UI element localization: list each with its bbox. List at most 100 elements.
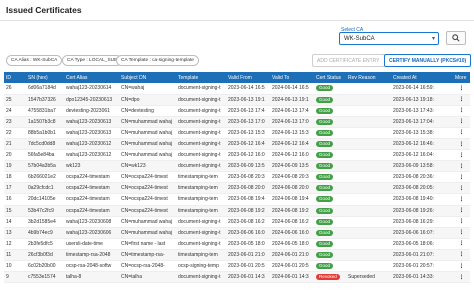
more-vert-icon[interactable]: ⋮ [453,116,470,128]
table-row[interactable]: 24 4755831ba7 devtesting-2023061 CN=devtest… [4,105,470,117]
table-cell: 19 [4,160,26,173]
table-cell: 2024-06-13 19:1 [270,94,314,106]
more-vert-icon[interactable]: ⋮ [453,271,470,284]
table-row[interactable]: 13 4b9b74ec9 wahaj123-20230606 CN=muhammad … [4,227,470,239]
more-vert-icon[interactable]: ⋮ [453,227,470,239]
table-row[interactable]: 25 1547b37326 dpo12345-20230613 CN=dpo docum… [4,94,470,106]
column-header[interactable]: Cert Status [314,72,346,83]
search-button[interactable] [446,31,466,45]
column-header[interactable]: ID [4,72,26,83]
status-badge: Good [316,251,334,258]
status-badge: Good [316,141,334,148]
table-cell [346,249,391,262]
status-badge: Good [316,96,334,103]
table-cell: CN=ocsp-rsa-2048- [119,260,176,273]
table-cell: wahaj123-20230613 [64,116,119,128]
table-cell: 2024-06-05 18:0 [270,238,314,250]
more-vert-icon[interactable]: ⋮ [453,216,470,228]
more-vert-icon[interactable]: ⋮ [453,238,470,250]
table-row[interactable]: 15 53b47c2fc9 ocspa224-timestam CN=ocspa224… [4,205,470,217]
table-cell: 2023-06-09 13:58: [391,160,453,173]
table-row[interactable]: 23 1a1507b3c8 wahaj123-20230613 CN=muhammad… [4,116,470,128]
table-cell: wahaj123-20230613 [64,127,119,139]
more-vert-icon[interactable]: ⋮ [453,138,470,151]
more-vert-icon[interactable]: ⋮ [453,171,470,184]
table-cell: ocsp-signing-temp [176,260,226,273]
table-cell: 2024-06-01 14:3 [270,271,314,284]
more-vert-icon[interactable]: ⋮ [453,105,470,117]
select-ca-dropdown[interactable]: WK-SubCA ▾ [339,32,439,45]
column-header[interactable]: Cert Alias [64,72,119,83]
table-row[interactable]: 26 6d06a7184d wahaj123-20230614 CN=wahaj doc… [4,83,470,95]
table-cell: CN=muhammad wahaj [119,227,176,239]
column-header[interactable]: More [453,72,470,83]
table-cell: 2023-06-14 16:59: [391,83,453,95]
column-header[interactable]: SN (hex) [26,72,64,83]
more-vert-icon[interactable]: ⋮ [453,83,470,95]
column-header[interactable]: Valid From [226,72,270,83]
table-cell [346,94,391,106]
more-vert-icon[interactable]: ⋮ [453,249,470,262]
table-cell: ocsp-rsa-2048-softw [64,260,119,273]
add-certificate-entry-button[interactable]: ADD CERTIFICATE ENTRY [312,54,385,67]
more-vert-icon[interactable]: ⋮ [453,160,470,173]
more-vert-icon[interactable]: ⋮ [453,127,470,139]
table-cell: 26 [4,83,26,95]
status-badge: Good [316,163,334,170]
table-cell: wahaj123-20230614 [64,83,119,95]
status-badge: Good [316,185,334,192]
column-header[interactable]: Created At [391,72,453,83]
table-row[interactable]: 10 6c02b20b00 ocsp-rsa-2048-softw CN=ocsp-r… [4,260,470,273]
table-cell: 2023-06-08 19:26: [391,205,453,217]
table-row[interactable]: 20 56fa5e84ba wahaj123-20230612 CN=muhammad… [4,149,470,162]
table-row[interactable]: 12 2b3fe5dfc5 usersli-date-time CN=first na… [4,238,470,250]
table-row[interactable]: 14 3b2d1585e4 wahaj123-20230608 CN=muhammad… [4,216,470,228]
more-vert-icon[interactable]: ⋮ [453,149,470,162]
more-vert-icon[interactable]: ⋮ [453,182,470,195]
table-row[interactable]: 22 88b5a1b0b1 wahaj123-20230613 CN=muhammad… [4,127,470,139]
column-header[interactable]: Subject DN [119,72,176,83]
table-cell: document-signing-t [176,227,226,239]
table-cell: 2023-06-13 15:38: [391,127,453,139]
column-header[interactable]: Template [176,72,226,83]
table-row[interactable]: 16 20dc14105e ocspa224-timestam CN=ocspa224… [4,193,470,206]
table-cell: 24 [4,105,26,117]
table-row[interactable]: 21 7dc5cd0dd8 wahaj123-20230612 CN=muhammad… [4,138,470,151]
more-vert-icon[interactable]: ⋮ [453,205,470,217]
table-cell: 56fa5e84ba [26,149,64,162]
cert-status-cell: Good [314,171,346,184]
cert-status-cell: Good [314,216,346,228]
table-cell: wk123 [64,160,119,173]
table-row[interactable]: 9 c7553e1574 talha-8 CN=talha document-signi… [4,271,470,284]
status-badge: Revoked [316,274,340,281]
table-cell: 2023-06-01 20:5 [226,260,270,273]
certify-manually-button[interactable]: CERTIFY MANUALLY (PKCS#10) [384,54,472,67]
table-row[interactable]: 11 26cf3b0f3d timestamp-rsa-2048 CN=timesta… [4,249,470,262]
table-row[interactable]: 19 57b04a3b5a wk123 CN=wk123 document-signin… [4,160,470,173]
status-badge: Good [316,218,334,225]
more-vert-icon[interactable]: ⋮ [453,193,470,206]
table-cell: 2023-06-05 18:06: [391,238,453,250]
table-cell: 2023-06-13 19:1 [226,94,270,106]
table-cell: 20dc14105e [26,193,64,206]
column-header[interactable]: Rev Reason [346,72,391,83]
status-badge: Good [316,129,334,136]
cert-status-cell: Good [314,83,346,95]
table-cell: 2023-06-12 16:0 [226,149,270,162]
more-vert-icon[interactable]: ⋮ [453,94,470,106]
table-cell: 17 [4,182,26,195]
table-cell: 12 [4,238,26,250]
table-cell: 2024-06-13 17:4 [270,105,314,117]
more-vert-icon[interactable]: ⋮ [453,260,470,273]
table-cell: CN=ocspa224-timest [119,205,176,217]
table-row[interactable]: 17 0a29cfcdc1 ocspa224-timestam CN=ocspa224… [4,182,470,195]
table-cell: CN=wk123 [119,160,176,173]
table-row[interactable]: 18 6b266021e2 ocspa224-timestam CN=ocspa224… [4,171,470,184]
table-cell: 2024-06-08 16:2 [270,216,314,228]
table-cell: 2023-06-08 20:36: [391,171,453,184]
table-cell: 20 [4,149,26,162]
column-header[interactable]: Valid To [270,72,314,83]
cert-status-cell: Good [314,149,346,162]
search-icon [452,34,460,42]
table-cell: 2024-06-14 16:5 [270,83,314,95]
